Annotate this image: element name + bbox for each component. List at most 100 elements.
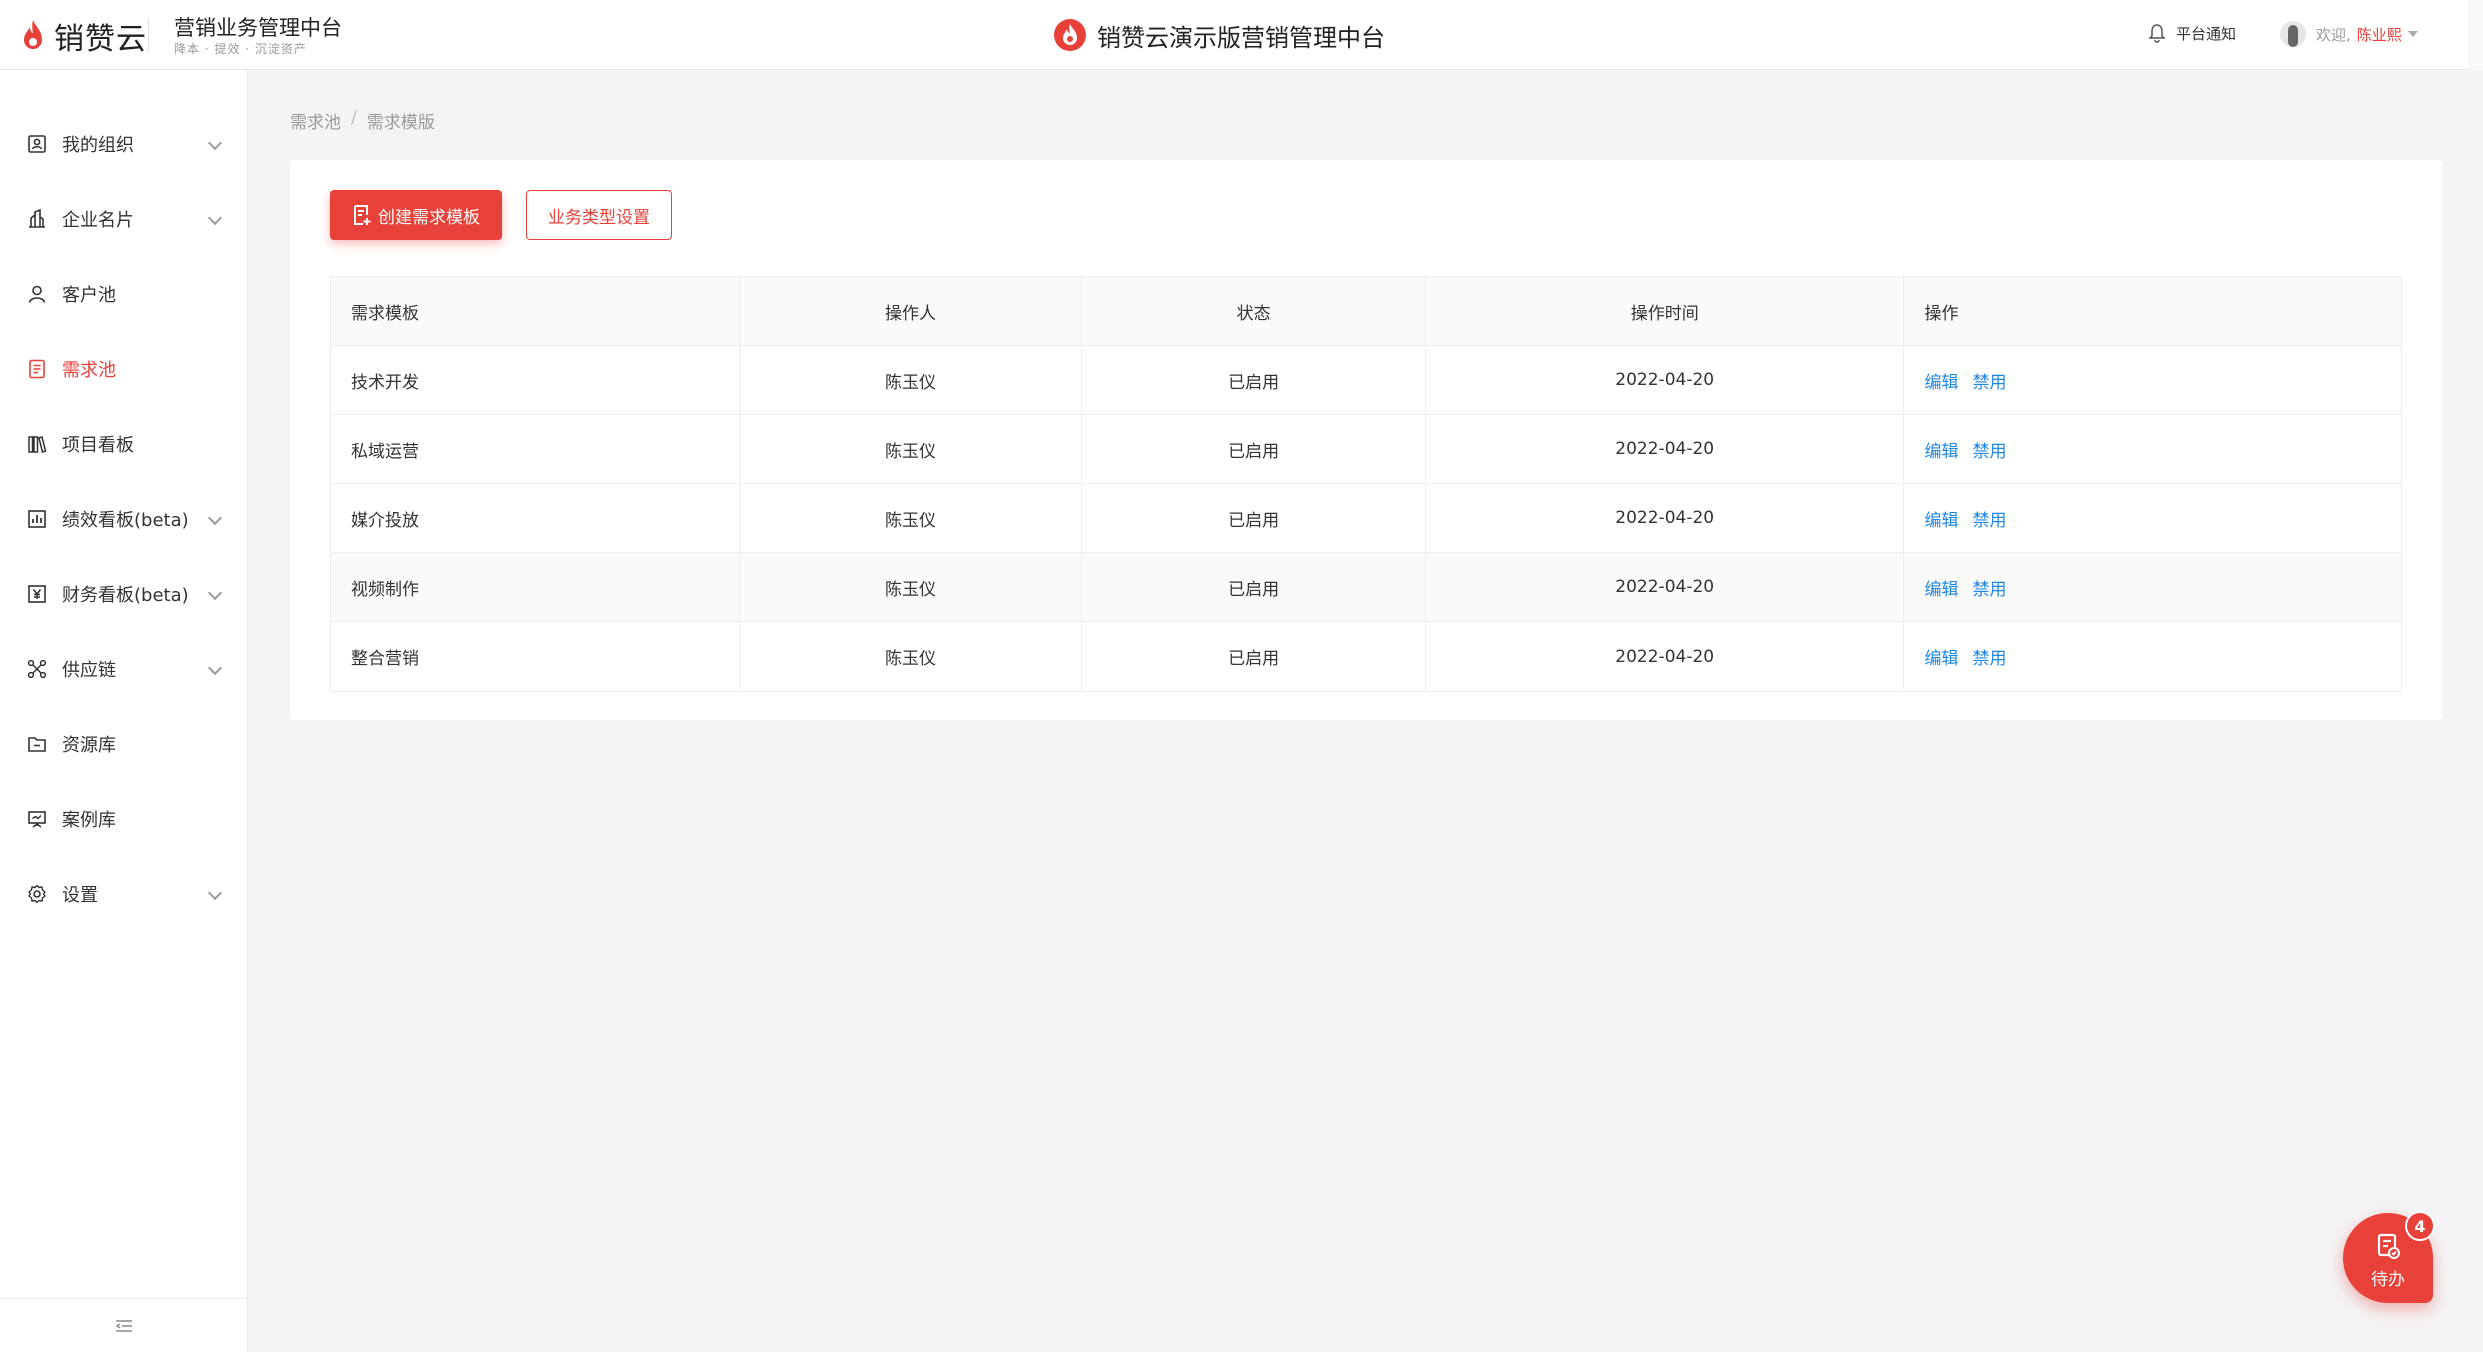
bar-chart-icon [26, 508, 48, 530]
edit-link[interactable]: 编辑 [1924, 506, 1958, 531]
user-icon [26, 283, 48, 305]
disable-link[interactable]: 禁用 [1972, 644, 2006, 669]
chevron-down-icon [207, 885, 223, 901]
network-icon [26, 658, 48, 680]
logo-text: 销赞云 [54, 22, 147, 57]
disable-link[interactable]: 禁用 [1972, 437, 2006, 462]
operator-cell: 陈玉仪 [740, 346, 1083, 414]
books-icon [26, 433, 48, 455]
folder-icon [26, 733, 48, 755]
avatar [2280, 21, 2306, 47]
presentation-icon [26, 808, 48, 830]
template-name-cell: 私域运营 [331, 415, 740, 483]
table-row: 媒介投放 陈玉仪 已启用 2022-04-20 编辑 禁用 [331, 484, 2401, 553]
breadcrumb-item-demand-pool[interactable]: 需求池 [290, 108, 341, 133]
scrollbar[interactable] [2469, 0, 2483, 70]
chevron-down-icon [207, 210, 223, 226]
template-name-cell: 媒介投放 [331, 484, 740, 552]
sidebar-item-label: 案例库 [62, 810, 116, 831]
edit-link[interactable]: 编辑 [1924, 575, 1958, 600]
actions-cell: 编辑 禁用 [1904, 415, 2401, 483]
chevron-down-icon [207, 660, 223, 676]
sidebar: 我的组织 企业名片 客户池 需求池 项目看板 绩效看板(beta) 财务看板(b… [0, 70, 248, 1352]
sidebar-item-label: 资源库 [62, 735, 116, 756]
table-header-row: 需求模板 操作人 状态 操作时间 操作 [331, 277, 2401, 346]
actions-cell: 编辑 禁用 [1904, 484, 2401, 552]
logo-divider [148, 18, 149, 52]
edit-link[interactable]: 编辑 [1924, 644, 1958, 669]
column-header-status: 状态 [1082, 277, 1426, 345]
breadcrumb-item-current: 需求模版 [366, 113, 435, 133]
status-cell: 已启用 [1082, 622, 1426, 691]
template-name-cell: 视频制作 [331, 553, 740, 621]
sidebar-item-label: 设置 [62, 885, 98, 906]
create-template-button[interactable]: 创建需求模板 [330, 190, 502, 240]
sidebar-item-label: 项目看板 [62, 435, 134, 456]
chevron-down-icon [207, 585, 223, 601]
org-icon [26, 133, 48, 155]
disable-link[interactable]: 禁用 [1972, 368, 2006, 393]
status-cell: 已启用 [1082, 553, 1426, 621]
template-name-cell: 整合营销 [331, 622, 740, 691]
disable-link[interactable]: 禁用 [1972, 506, 2006, 531]
sidebar-item-demand-pool[interactable]: 需求池 [0, 339, 248, 399]
status-cell: 已启用 [1082, 484, 1426, 552]
time-cell: 2022-04-20 [1426, 484, 1905, 552]
template-name-cell: 技术开发 [331, 346, 740, 414]
operator-cell: 陈玉仪 [740, 484, 1083, 552]
operator-cell: 陈玉仪 [740, 415, 1083, 483]
edit-link[interactable]: 编辑 [1924, 368, 1958, 393]
actions-cell: 编辑 禁用 [1904, 346, 2401, 414]
yen-icon [26, 583, 48, 605]
user-menu[interactable]: 欢迎, 陈业熙 [2280, 20, 2418, 48]
sidebar-item-customer-pool[interactable]: 客户池 [0, 264, 248, 324]
sidebar-collapse-button[interactable] [0, 1298, 248, 1352]
time-cell: 2022-04-20 [1426, 415, 1905, 483]
chevron-down-icon [207, 510, 223, 526]
sidebar-item-supply-chain[interactable]: 供应链 [0, 639, 248, 699]
flame-logo-icon [24, 20, 42, 49]
edit-link[interactable]: 编辑 [1924, 437, 1958, 462]
brand-logo[interactable]: 销赞云 [20, 16, 147, 57]
column-header-template: 需求模板 [331, 277, 740, 345]
time-cell: 2022-04-20 [1426, 622, 1905, 691]
todo-float-button[interactable]: 待办 4 [2343, 1211, 2435, 1303]
todo-count-badge: 4 [2405, 1211, 2435, 1241]
sidebar-item-resource-library[interactable]: 资源库 [0, 714, 248, 774]
sidebar-item-case-library[interactable]: 案例库 [0, 789, 248, 849]
sidebar-item-org[interactable]: 我的组织 [0, 114, 248, 174]
sidebar-item-performance-board[interactable]: 绩效看板(beta) [0, 489, 248, 549]
document-icon [26, 358, 48, 380]
breadcrumb-separator: / [351, 108, 357, 128]
user-name: 陈业熙 [2356, 25, 2402, 44]
platform-notice-button[interactable]: 平台通知 [2148, 20, 2236, 46]
sidebar-item-label: 绩效看板(beta) [62, 510, 189, 531]
operator-cell: 陈玉仪 [740, 622, 1083, 691]
caret-down-icon [2407, 31, 2418, 37]
breadcrumb: 需求池 / 需求模版 [290, 108, 435, 133]
system-subtitle: 降本 · 提效 · 沉淀资产 [174, 42, 307, 56]
template-table: 需求模板 操作人 状态 操作时间 操作 技术开发 陈玉仪 已启用 2022-04… [330, 276, 2402, 692]
system-title: 营销业务管理中台 [174, 16, 342, 40]
create-template-label: 创建需求模板 [378, 207, 480, 228]
column-header-actions: 操作 [1924, 303, 1959, 324]
sidebar-item-project-board[interactable]: 项目看板 [0, 414, 248, 474]
table-row: 视频制作 陈玉仪 已启用 2022-04-20 编辑 禁用 [331, 553, 2401, 622]
notice-label: 平台通知 [2176, 24, 2237, 43]
business-type-settings-label: 业务类型设置 [548, 207, 650, 228]
center-title-text: 销赞云演示版营销管理中台 [1097, 23, 1385, 52]
column-header-operator: 操作人 [740, 277, 1083, 345]
operator-cell: 陈玉仪 [740, 553, 1083, 621]
sidebar-item-label: 供应链 [62, 660, 116, 681]
sidebar-item-company-card[interactable]: 企业名片 [0, 189, 248, 249]
sidebar-item-finance-board[interactable]: 财务看板(beta) [0, 564, 248, 624]
business-type-settings-button[interactable]: 业务类型设置 [526, 190, 672, 240]
sidebar-item-settings[interactable]: 设置 [0, 864, 248, 924]
actions-cell: 编辑 禁用 [1904, 553, 2401, 621]
center-title: 销赞云演示版营销管理中台 [1053, 14, 1385, 56]
time-cell: 2022-04-20 [1426, 553, 1905, 621]
sidebar-item-label: 需求池 [62, 360, 116, 381]
disable-link[interactable]: 禁用 [1972, 575, 2006, 600]
todo-label: 待办 [2371, 1269, 2405, 1290]
clipboard-check-icon [2377, 1233, 2400, 1259]
